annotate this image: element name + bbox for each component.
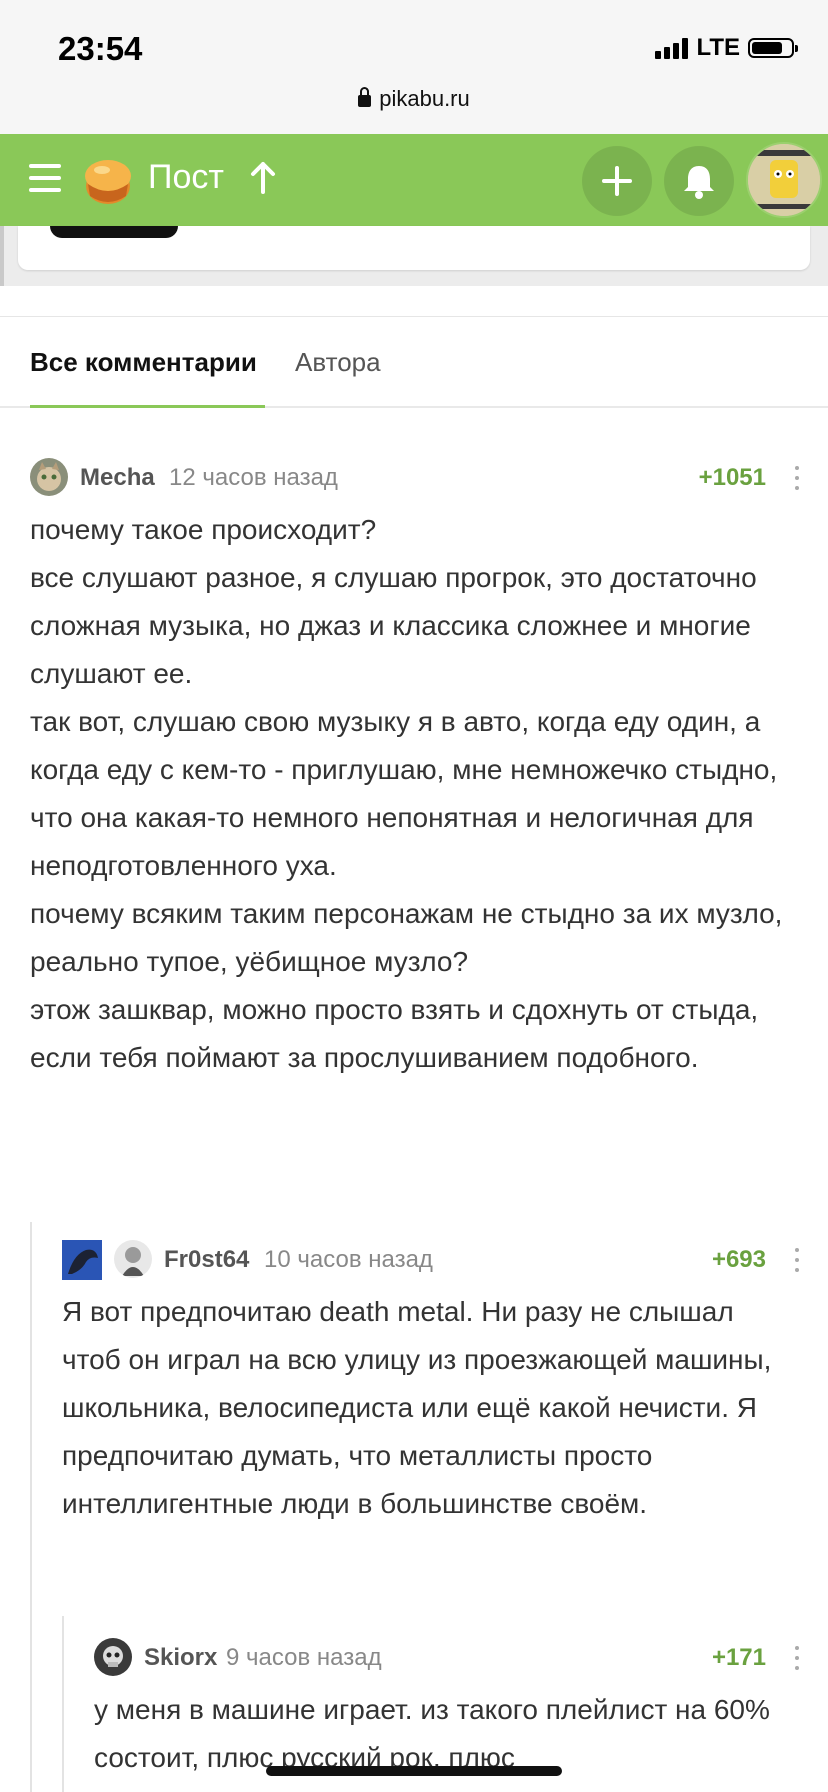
post-card-area: [0, 226, 828, 286]
more-icon[interactable]: [794, 1248, 800, 1274]
network-type: LTE: [696, 34, 740, 61]
avatar[interactable]: [94, 1638, 132, 1676]
username[interactable]: Skiorx: [144, 1644, 217, 1672]
cat-avatar-icon: [30, 458, 68, 496]
arrow-up-icon[interactable]: [248, 160, 278, 196]
comment-time: 10 часов назад: [264, 1246, 433, 1273]
home-indicator[interactable]: [266, 1766, 562, 1776]
comment-rating: +1051: [698, 464, 766, 491]
app-header: Пост: [0, 134, 828, 226]
community-avatar[interactable]: [62, 1240, 102, 1280]
lock-icon: [358, 87, 372, 107]
url-text: pikabu.ru: [379, 86, 470, 111]
comment: Fr0st64 10 часов назад +693 Я вот предпо…: [62, 1240, 800, 1528]
more-icon[interactable]: [794, 1646, 800, 1672]
portrait-avatar-icon: [114, 1240, 152, 1278]
tab-all-comments[interactable]: Все комментарии: [30, 347, 257, 378]
comment-header: Skiorx 9 часов назад +171: [94, 1638, 800, 1678]
bell-icon: [684, 166, 714, 199]
user-avatar[interactable]: [746, 142, 822, 218]
more-icon[interactable]: [794, 466, 800, 492]
add-post-button[interactable]: [582, 146, 652, 216]
menu-icon[interactable]: [29, 164, 61, 192]
thread-line[interactable]: [30, 1222, 32, 1792]
address-bar[interactable]: pikabu.ru: [0, 86, 828, 112]
skull-avatar-icon: [94, 1638, 132, 1676]
plus-icon: [602, 166, 632, 196]
page-title: Пост: [148, 158, 224, 196]
card-button[interactable]: [50, 226, 178, 238]
notifications-button[interactable]: [664, 146, 734, 216]
tab-author[interactable]: Автора: [295, 347, 381, 378]
battery-icon: [748, 38, 798, 58]
active-tab-indicator: [30, 405, 265, 408]
avatar[interactable]: [30, 458, 68, 496]
pikabu-logo[interactable]: [80, 152, 136, 208]
status-bar: 23:54 LTE pikabu.ru: [0, 0, 828, 134]
username[interactable]: Fr0st64: [164, 1246, 249, 1274]
comment-text: почему такое происходит? все слушают раз…: [30, 514, 783, 1073]
comment-text: Я вот предпочитаю death metal. Ни разу н…: [62, 1296, 772, 1519]
comment-time: 9 часов назад: [226, 1644, 382, 1671]
comment: Mecha 12 часов назад +1051 почему такое …: [30, 458, 800, 1082]
comment: Skiorx 9 часов назад +171 у меня в машин…: [94, 1638, 800, 1782]
status-time: 23:54: [58, 30, 143, 67]
status-indicators: LTE: [655, 34, 798, 62]
signal-icon: [655, 37, 689, 59]
comment-rating: +171: [711, 1644, 766, 1671]
comment-time: 12 часов назад: [169, 464, 338, 491]
thread-line[interactable]: [62, 1616, 64, 1792]
comments-tabs: Все комментарии Автора: [0, 316, 828, 408]
card-edge: [0, 226, 4, 286]
avatar[interactable]: [114, 1240, 152, 1278]
avatar-image: [748, 144, 820, 216]
post-card: [18, 226, 810, 270]
username[interactable]: Mecha: [80, 464, 155, 492]
dragon-icon: [62, 1240, 102, 1280]
comment-header: Mecha 12 часов назад +1051: [30, 458, 800, 498]
comment-header: Fr0st64 10 часов назад +693: [62, 1240, 800, 1280]
comment-rating: +693: [711, 1246, 766, 1273]
